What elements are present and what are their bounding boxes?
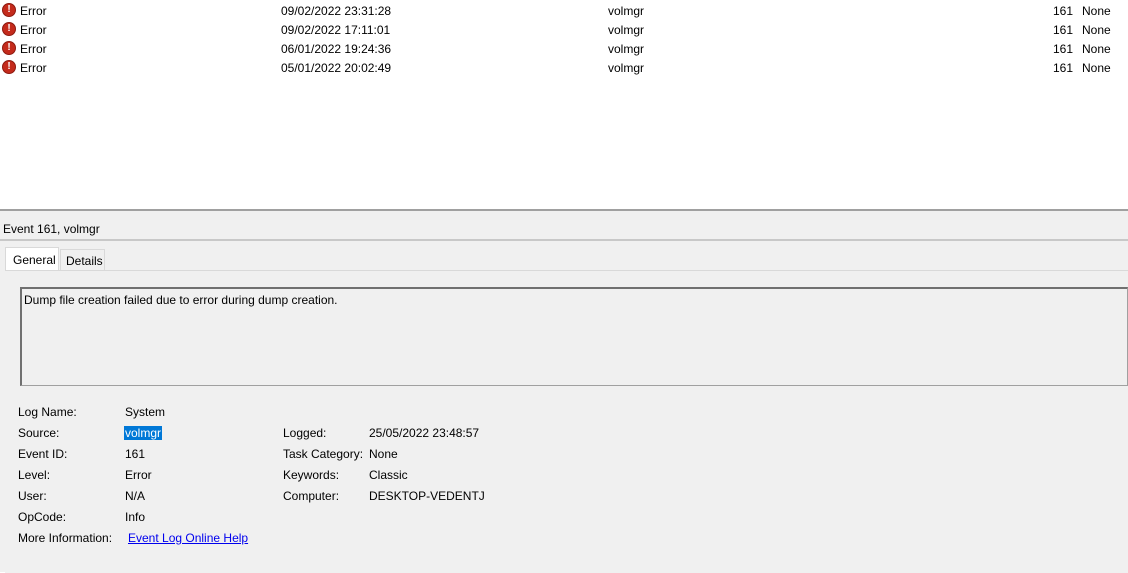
tab-details-label: Details	[66, 254, 103, 268]
event-detail-pane: Event 161, volmgr General Details Dump f…	[0, 211, 1128, 573]
general-panel: Dump file creation failed due to error d…	[5, 270, 1128, 573]
event-row[interactable]: ! Error 06/01/2022 19:24:36 volmgr 161 N…	[0, 39, 1128, 58]
event-id: 161	[1053, 23, 1074, 37]
source-label: Source:	[18, 426, 60, 440]
task-category-value: None	[369, 447, 398, 461]
event-id: 161	[1053, 61, 1074, 75]
event-level: Error	[20, 61, 47, 75]
level-value: Error	[125, 468, 152, 482]
event-source: volmgr	[608, 42, 645, 56]
event-id: 161	[1053, 42, 1074, 56]
error-icon: !	[2, 22, 16, 36]
log-name-label: Log Name:	[18, 405, 77, 419]
event-category: None	[1082, 42, 1111, 56]
event-category: None	[1082, 4, 1111, 18]
more-info-label: More Information:	[18, 531, 113, 545]
event-level: Error	[20, 42, 47, 56]
event-description: Dump file creation failed due to error d…	[24, 293, 338, 307]
event-date: 06/01/2022 19:24:36	[281, 42, 392, 56]
log-name-value: System	[125, 405, 166, 419]
user-label: User:	[18, 489, 47, 503]
logged-label: Logged:	[283, 426, 327, 440]
event-date: 09/02/2022 17:11:01	[281, 23, 391, 37]
computer-value: DESKTOP-VEDENTJ	[369, 489, 485, 503]
tab-details[interactable]: Details	[60, 249, 105, 270]
event-level: Error	[20, 4, 47, 18]
level-label: Level:	[18, 468, 51, 482]
event-source: volmgr	[608, 61, 645, 75]
event-date: 05/01/2022 20:02:49	[281, 61, 392, 75]
event-date: 09/02/2022 23:31:28	[281, 4, 392, 18]
event-row[interactable]: ! Error 09/02/2022 17:11:01 volmgr 161 N…	[0, 20, 1128, 39]
event-category: None	[1082, 61, 1111, 75]
source-value[interactable]: volmgr	[124, 426, 163, 440]
opcode-value: Info	[125, 510, 146, 524]
opcode-label: OpCode:	[18, 510, 67, 524]
event-id: 161	[1053, 4, 1074, 18]
task-category-label: Task Category:	[283, 447, 364, 461]
logged-value: 25/05/2022 23:48:57	[369, 426, 480, 440]
event-level: Error	[20, 23, 47, 37]
detail-title: Event 161, volmgr	[3, 222, 100, 236]
description-box[interactable]: Dump file creation failed due to error d…	[20, 287, 1128, 386]
event-source: volmgr	[608, 23, 645, 37]
tab-general-label: General	[13, 253, 56, 267]
user-value: N/A	[125, 489, 146, 503]
event-row[interactable]: ! Error 09/02/2022 23:31:28 volmgr 161 N…	[0, 1, 1128, 20]
event-source: volmgr	[608, 4, 645, 18]
error-icon: !	[2, 60, 16, 74]
error-icon: !	[2, 3, 16, 17]
error-icon: !	[2, 41, 16, 55]
tab-general[interactable]: General	[5, 247, 59, 271]
keywords-value: Classic	[369, 468, 408, 482]
event-category: None	[1082, 23, 1111, 37]
detail-header: Event 161, volmgr	[0, 211, 1128, 241]
keywords-label: Keywords:	[283, 468, 340, 482]
event-row[interactable]: ! Error 05/01/2022 20:02:49 volmgr 161 N…	[0, 58, 1128, 77]
event-id-label: Event ID:	[18, 447, 68, 461]
event-list: ! Error 09/02/2022 23:31:28 volmgr 161 N…	[0, 0, 1128, 210]
computer-label: Computer:	[283, 489, 340, 503]
event-id-value: 161	[125, 447, 146, 461]
online-help-link[interactable]: Event Log Online Help	[128, 531, 248, 545]
